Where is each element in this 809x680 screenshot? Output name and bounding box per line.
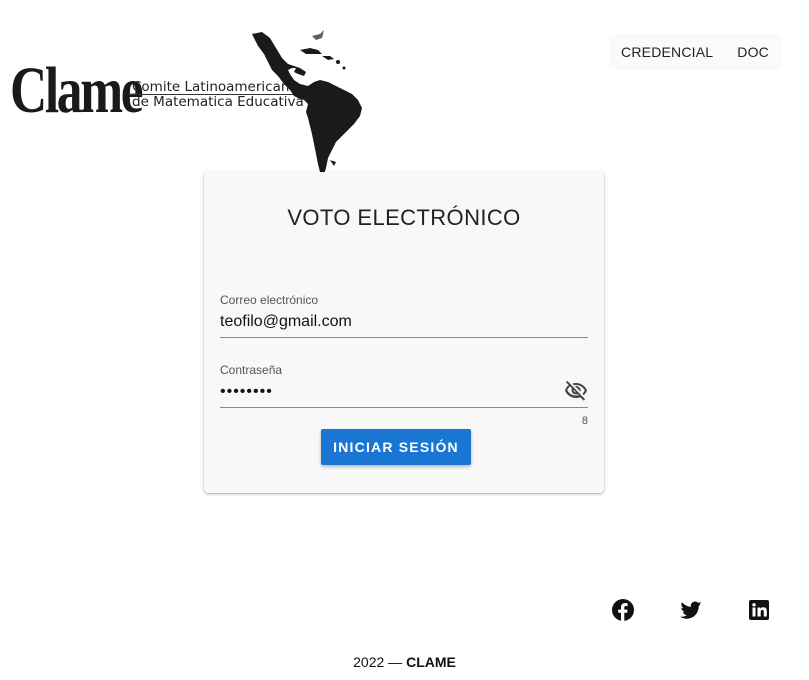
password-field[interactable]: Contraseña •••••••• <box>220 363 588 408</box>
clame-logo: Clame Comite Latinoamericano de Matemati… <box>10 28 370 176</box>
password-char-counter: 8 <box>581 415 588 427</box>
nav-doc-button[interactable]: DOC <box>725 34 781 70</box>
footer: 2022 — CLAME <box>0 654 809 670</box>
footer-brand: CLAME <box>406 654 456 670</box>
password-input[interactable]: •••••••• <box>220 381 588 403</box>
password-label: Contraseña <box>220 363 283 377</box>
email-underline <box>220 337 588 338</box>
facebook-icon[interactable] <box>611 598 635 622</box>
email-label: Correo electrónico <box>220 293 319 307</box>
email-field[interactable]: Correo electrónico teofilo@gmail.com <box>220 293 588 338</box>
email-input[interactable]: teofilo@gmail.com <box>220 311 588 333</box>
footer-year: 2022 — <box>353 654 403 670</box>
twitter-icon[interactable] <box>679 598 703 622</box>
login-card: VOTO ELECTRÓNICO Correo electrónico teof… <box>204 172 604 493</box>
login-button[interactable]: INICIAR SESIÓN <box>321 429 471 465</box>
linkedin-icon[interactable] <box>747 598 771 622</box>
latin-america-map-icon <box>252 30 362 174</box>
nav-credencial-button[interactable]: CREDENCIAL <box>609 34 725 70</box>
logo-wordmark: Clame <box>10 54 144 127</box>
eye-off-icon[interactable] <box>564 379 588 403</box>
password-underline <box>220 407 588 408</box>
login-title: VOTO ELECTRÓNICO <box>287 205 521 230</box>
top-nav: CREDENCIAL DOC <box>609 34 781 70</box>
